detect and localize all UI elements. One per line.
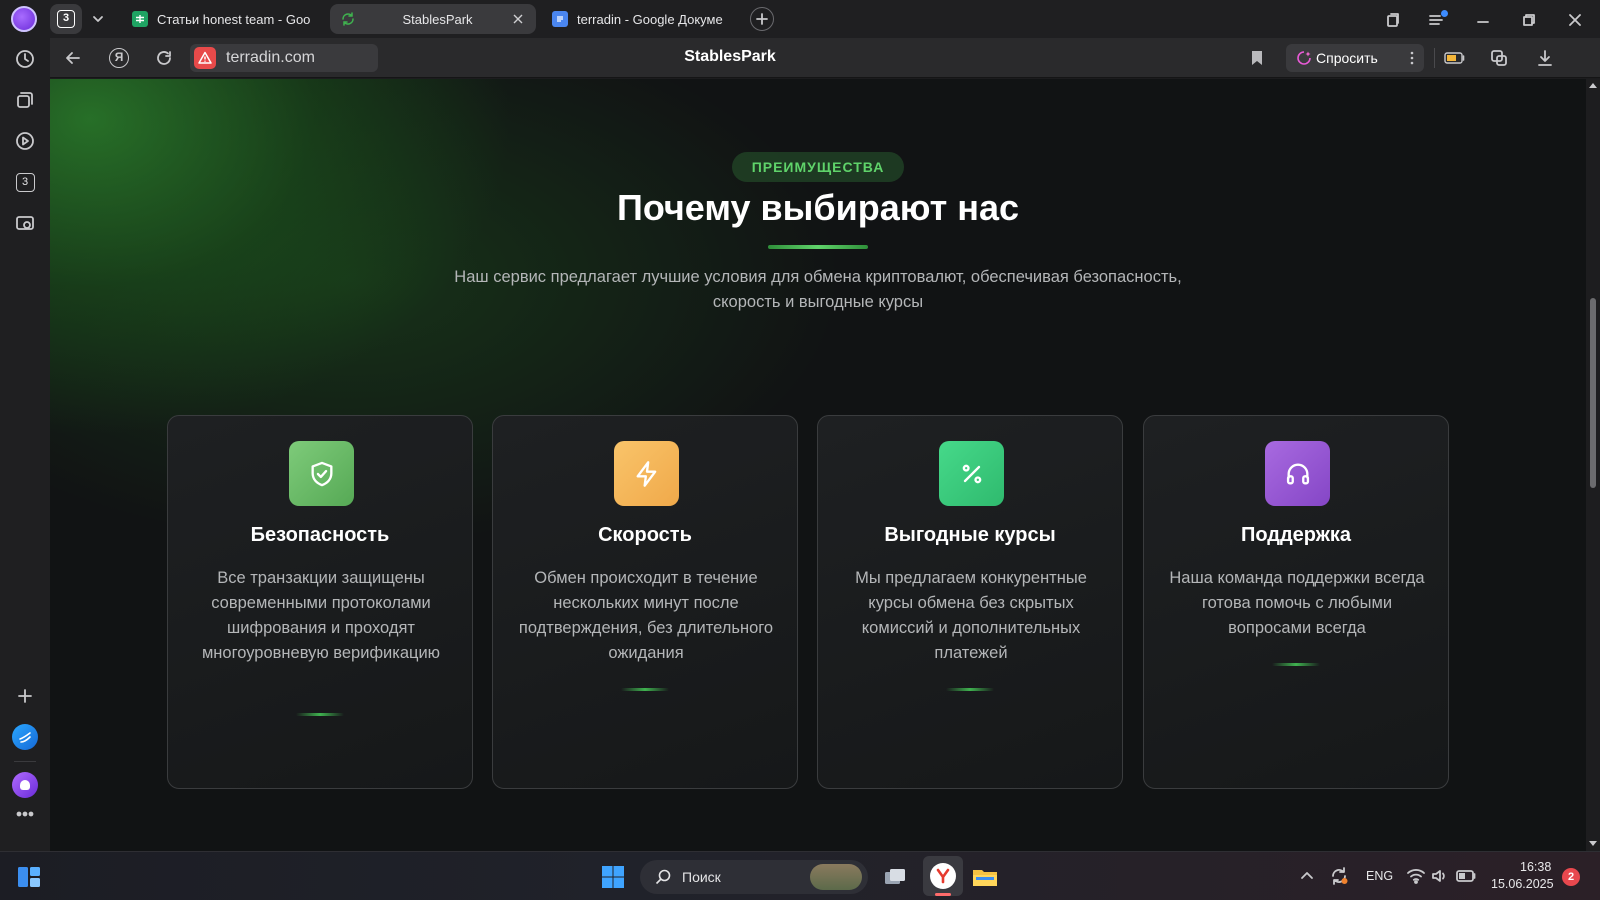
close-window-icon[interactable] <box>1562 7 1588 33</box>
screenshot-icon[interactable] <box>12 210 38 236</box>
taskbar-search[interactable]: Поиск <box>640 860 868 894</box>
ask-ai-label: Спросить <box>1316 50 1378 66</box>
tab-docs[interactable]: terradin - Google Докуме <box>542 4 740 34</box>
toolbar-divider <box>1434 48 1435 68</box>
lightning-icon <box>614 441 679 506</box>
battery-saver-icon[interactable] <box>1442 45 1468 71</box>
tab-title: terradin - Google Докуме <box>577 11 723 27</box>
alice-assistant-icon[interactable] <box>11 771 39 799</box>
collections-icon[interactable] <box>1380 7 1406 33</box>
card-description: Обмен происходит в течение нескольких ми… <box>518 569 774 662</box>
heading-underline <box>768 245 868 249</box>
feature-card-speed: Скорость Обмен происходит в течение неск… <box>492 415 798 789</box>
ai-sparkle-icon <box>1296 50 1312 66</box>
google-sheets-icon <box>132 11 148 27</box>
workspace-badge: 3 <box>15 172 35 192</box>
tab-title: StablesPark <box>402 11 473 27</box>
volume-icon[interactable] <box>1428 864 1452 888</box>
back-icon[interactable] <box>60 45 86 71</box>
card-title: Безопасность <box>250 524 390 546</box>
task-view-icon[interactable] <box>880 862 910 892</box>
clock-time[interactable]: 16:38 <box>1520 860 1551 874</box>
bookmark-icon[interactable] <box>1244 45 1270 71</box>
browser-profile-icon[interactable] <box>10 5 38 33</box>
workspace-badge-icon[interactable]: 3 <box>12 169 38 195</box>
feature-card-security: Безопасность Все транзакции защищены сов… <box>167 415 473 789</box>
tab-stablespark[interactable]: StablesPark <box>330 4 536 34</box>
headphones-icon <box>1265 441 1330 506</box>
language-indicator[interactable]: ENG <box>1366 869 1393 883</box>
card-title: Выгодные курсы <box>884 524 1056 546</box>
tab-count-badge: 3 <box>57 10 75 28</box>
add-panel-icon[interactable] <box>12 683 38 709</box>
history-icon[interactable] <box>12 46 38 72</box>
minimize-icon[interactable] <box>1470 7 1496 33</box>
windows-taskbar: Поиск ENG 16:38 15.06.2025 2 <box>0 851 1600 900</box>
video-play-icon[interactable] <box>12 128 38 154</box>
menu-icon[interactable] <box>1424 7 1450 33</box>
section-heading: Почему выбирают нас <box>616 187 1020 228</box>
restore-icon[interactable] <box>1516 7 1542 33</box>
card-accent-line <box>946 688 994 691</box>
active-app-indicator <box>935 893 951 896</box>
clock-date[interactable]: 15.06.2025 <box>1491 877 1554 891</box>
url-text: terradin.com <box>226 49 315 66</box>
feature-card-support: Поддержка Наша команда поддержки всегда … <box>1143 415 1449 789</box>
card-description: Наша команда поддержки всегда готова пом… <box>1169 569 1425 637</box>
widgets-icon[interactable] <box>14 862 44 892</box>
tabs-collection-icon[interactable] <box>12 87 38 113</box>
scroll-thumb[interactable] <box>1590 298 1596 488</box>
section-eyebrow: ПРЕИМУЩЕСТВА <box>732 152 904 182</box>
more-icon[interactable] <box>12 804 38 824</box>
tray-expand-icon[interactable] <box>1296 865 1318 887</box>
search-icon <box>654 868 672 886</box>
yandex-browser-taskbar-icon[interactable] <box>923 856 963 896</box>
notification-dot <box>1441 10 1448 17</box>
scroll-up-arrow-icon[interactable] <box>1589 83 1597 88</box>
tab-title: Статьи honest team - Goo <box>157 11 311 27</box>
card-title: Скорость <box>598 524 692 546</box>
reload-icon[interactable] <box>151 45 177 71</box>
translate-icon[interactable] <box>1486 45 1512 71</box>
tab-sheets[interactable]: Статьи honest team - Goo <box>122 4 324 34</box>
address-bar: Я terradin.com StablesPark Спросить <box>50 38 1600 78</box>
shield-check-icon <box>289 441 354 506</box>
wifi-icon[interactable] <box>1404 864 1428 888</box>
notification-badge[interactable]: 2 <box>1562 868 1580 886</box>
scroll-down-arrow-icon[interactable] <box>1589 841 1597 846</box>
battery-icon[interactable] <box>1453 864 1479 888</box>
new-tab-icon[interactable] <box>750 7 774 31</box>
tabs-dropdown-icon[interactable] <box>86 4 110 34</box>
card-title: Поддержка <box>1240 524 1352 546</box>
card-description: Мы предлагаем конкурентные курсы обмена … <box>855 569 1087 662</box>
sync-icon[interactable] <box>1326 863 1352 889</box>
search-placeholder: Поиск <box>682 869 721 885</box>
windows-start-icon[interactable] <box>598 862 628 892</box>
page-content: ПРЕИМУЩЕСТВА Почему выбирают нас Наш сер… <box>50 79 1586 851</box>
download-icon[interactable] <box>1532 45 1558 71</box>
search-highlight-image <box>810 864 862 890</box>
percent-icon <box>939 441 1004 506</box>
tab-count-button[interactable]: 3 <box>50 4 82 34</box>
feature-card-rates: Выгодные курсы Мы предлагаем конкурентны… <box>817 415 1123 789</box>
card-accent-line <box>296 713 344 716</box>
close-tab-icon[interactable] <box>510 11 526 27</box>
sidebar-divider <box>14 761 36 762</box>
messenger-app-icon[interactable] <box>11 723 39 751</box>
yandex-icon[interactable]: Я <box>106 45 132 71</box>
url-field[interactable]: terradin.com <box>190 44 378 72</box>
tab-bar: 3 Статьи honest team - Goo StablesPark t… <box>0 0 1600 38</box>
card-accent-line <box>1272 663 1320 666</box>
security-warning-icon[interactable] <box>194 47 216 69</box>
loading-icon <box>340 11 356 27</box>
card-accent-line <box>621 688 669 691</box>
page-title: StablesPark <box>684 48 776 65</box>
google-docs-icon <box>552 11 568 27</box>
section-subtitle: Наш сервис предлагает лучшие условия для… <box>454 268 1182 311</box>
ask-ai-more-icon[interactable] <box>1410 49 1414 67</box>
card-description: Все транзакции защищены современными про… <box>201 569 441 662</box>
browser-sidebar: 3 <box>0 38 50 851</box>
file-explorer-icon[interactable] <box>970 862 1000 892</box>
ask-ai-button[interactable]: Спросить <box>1286 44 1424 72</box>
